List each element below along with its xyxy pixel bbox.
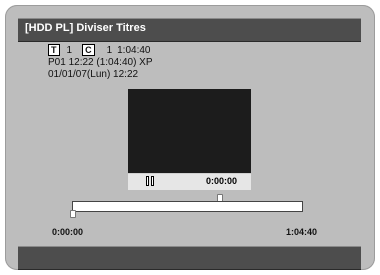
timeline-end-label: 1:04:40 <box>286 227 318 237</box>
screen-title: [HDD PL] Diviser Titres <box>25 22 146 34</box>
chapter-badge: C <box>82 44 95 56</box>
bottom-bar <box>18 246 361 270</box>
title-bar: [HDD PL] Diviser Titres <box>18 18 361 42</box>
title-number: 1 <box>66 45 73 56</box>
title-badge: T <box>48 44 60 56</box>
timeline-bar[interactable] <box>72 201 303 212</box>
date-info: 01/01/07(Lun) 12:22 <box>48 69 139 80</box>
total-time: 1:04:40 <box>117 45 151 56</box>
pause-icon <box>146 176 156 186</box>
preview-time: 0:00:00 <box>206 176 238 186</box>
start-marker <box>70 210 76 218</box>
timeline-start-label: 0:00:00 <box>52 227 84 237</box>
title-chapter-info: T 1 C 1 1:04:40 <box>48 44 151 57</box>
chapter-number: 1 <box>106 45 113 56</box>
program-info: P01 12:22 (1:04:40) XP <box>48 57 153 68</box>
